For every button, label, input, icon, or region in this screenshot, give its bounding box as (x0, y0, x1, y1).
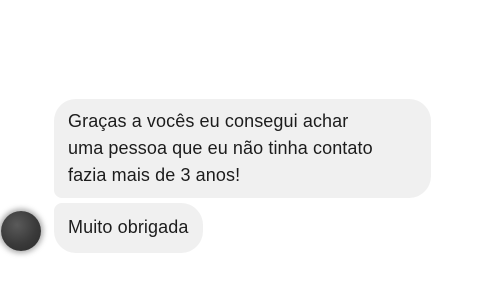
message-text-line: fazia mais de 3 anos! (68, 165, 241, 185)
message-text: Muito obrigada (68, 217, 189, 237)
sender-avatar[interactable] (1, 211, 41, 251)
chat-thread: Graças a vocês eu consegui achar uma pes… (0, 0, 491, 300)
message-text-line: Graças a vocês eu consegui achar (68, 111, 349, 131)
message-bubble[interactable]: Muito obrigada (54, 203, 204, 253)
message-text-line: uma pessoa que eu não tinha contato (68, 138, 373, 158)
message-bubble[interactable]: Graças a vocês eu consegui achar uma pes… (54, 99, 431, 198)
